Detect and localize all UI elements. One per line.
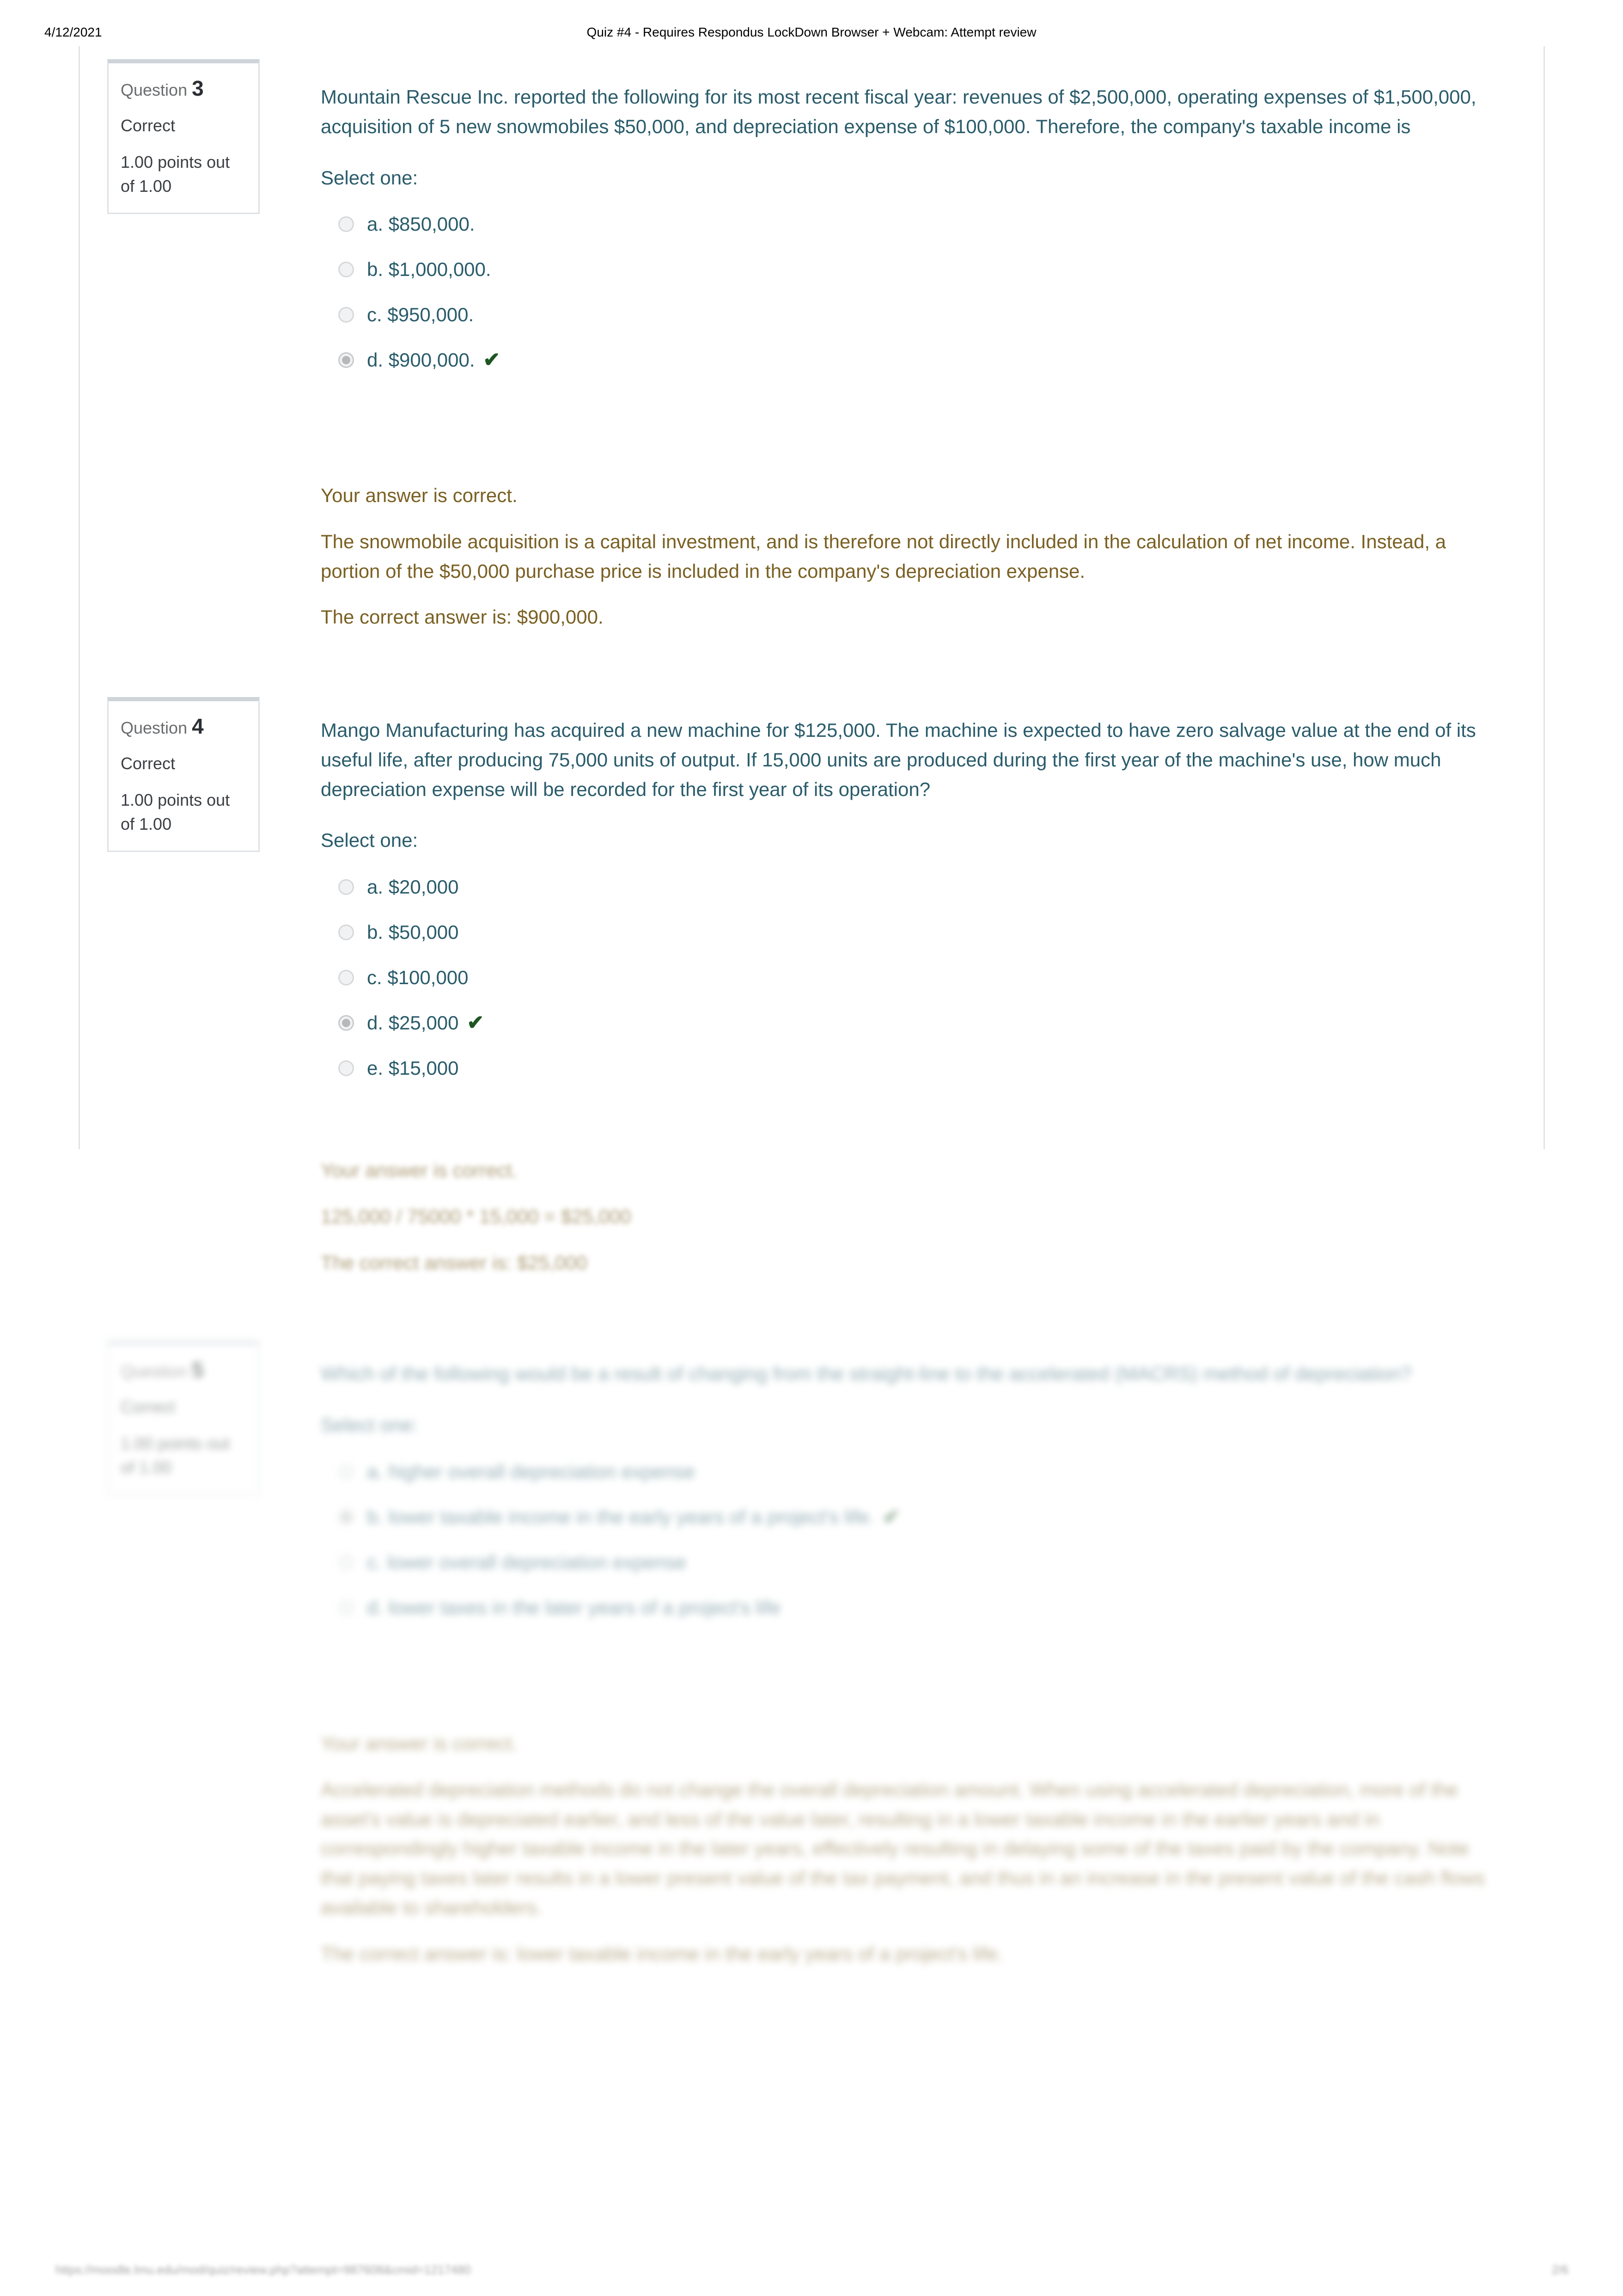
answer-option-5c[interactable]: c. lower overall depreciation expense: [321, 1540, 1495, 1585]
print-footer-page-number: 2/6: [1551, 2263, 1568, 2277]
question-body-5: Which of the following would be a result…: [321, 1359, 1495, 1630]
feedback-explanation-5: Accelerated depreciation methods do not …: [321, 1778, 1485, 1919]
answer-list-4: a. $20,000 b. $50,000 c. $100,000 d. $25…: [321, 864, 1495, 1091]
correct-check-icon-4d: ✔: [467, 1011, 484, 1035]
question-number-4: Question 4: [121, 713, 246, 740]
radio-icon-3d-selected[interactable]: [338, 352, 354, 368]
question-body-3: Mountain Rescue Inc. reported the follow…: [321, 82, 1495, 383]
radio-icon-4d-selected[interactable]: [338, 1015, 354, 1031]
answer-label-3b: b. $1,000,000.: [367, 258, 491, 281]
question-number-value-3: 3: [192, 76, 204, 100]
answer-option-4e[interactable]: e. $15,000: [321, 1046, 1495, 1091]
answer-option-3b[interactable]: b. $1,000,000.: [321, 247, 1495, 292]
answer-option-3c[interactable]: c. $950,000.: [321, 292, 1495, 337]
answer-option-5b[interactable]: b. lower taxable income in the early yea…: [321, 1494, 1495, 1540]
feedback-explanation-3: The snowmobile acquisition is a capital …: [321, 530, 1446, 582]
question-number-value-4: 4: [192, 714, 204, 738]
answer-label-4c: c. $100,000: [367, 967, 469, 989]
question-state-5: Correct: [121, 1397, 176, 1416]
question-number-5: Question 5: [121, 1357, 246, 1384]
answer-label-4b: b. $50,000: [367, 921, 459, 943]
question-feedback-5: Your answer is correct. Accelerated depr…: [321, 1729, 1495, 1969]
question-feedback-4: Your answer is correct. 125,000 / 75000 …: [321, 1156, 1495, 1277]
question-number-value-5: 5: [192, 1358, 204, 1382]
feedback-correctness-4: Your answer is correct.: [321, 1159, 518, 1181]
question-state-4: Correct: [121, 753, 176, 773]
feedback-explanation-4: 125,000 / 75000 * 15,000 = $25,000: [321, 1205, 631, 1227]
question-feedback-3: Your answer is correct. The snowmobile a…: [321, 481, 1495, 632]
feedback-correctness-3: Your answer is correct.: [321, 484, 518, 506]
radio-icon-3b[interactable]: [338, 262, 354, 278]
question-info-panel-4: Question 4 Correct 1.00 points out of 1.0…: [107, 697, 260, 852]
print-footer: https://moodle.lmu.edu/mod/quiz/review.p…: [0, 2241, 1623, 2296]
question-grade-4: 1.00 points out of 1.00: [121, 790, 230, 834]
question-text-4: Mango Manufacturing has acquired a new m…: [321, 719, 1476, 800]
answer-list-3: a. $850,000. b. $1,000,000. c. $950,000.…: [321, 202, 1495, 383]
question-info-panel-5: Question 5 Correct 1.00 points out of 1.0…: [107, 1341, 260, 1495]
answer-label-5a: a. higher overall depreciation expense: [367, 1460, 695, 1482]
answer-label-5c: c. lower overall depreciation expense: [367, 1551, 687, 1573]
feedback-correctness-5: Your answer is correct.: [321, 1733, 518, 1754]
feedback-correct-answer-4: The correct answer is: $25,000: [321, 1251, 587, 1274]
question-grade-5: 1.00 points out of 1.00: [121, 1434, 230, 1477]
question-number-label-5: Question: [121, 1362, 188, 1381]
answer-label-5b: b. lower taxable income in the early yea…: [367, 1506, 875, 1528]
answer-label-5d: d. lower taxes in the later years of a p…: [367, 1596, 781, 1618]
print-footer-url: https://moodle.lmu.edu/mod/quiz/review.p…: [55, 2263, 471, 2277]
question-prompt-5: Select one:: [321, 1414, 418, 1436]
question-text-3: Mountain Rescue Inc. reported the follow…: [321, 86, 1477, 137]
question-info-panel-3: Question 3 Correct 1.00 points out of 1.0…: [107, 59, 260, 214]
question-text-5: Which of the following would be a result…: [321, 1363, 1412, 1384]
radio-icon-5d[interactable]: [338, 1599, 354, 1616]
answer-label-4a: a. $20,000: [367, 876, 459, 898]
radio-icon-5c[interactable]: [338, 1554, 354, 1570]
answer-option-4c[interactable]: c. $100,000: [321, 955, 1495, 1000]
question-number-label-3: Question: [121, 80, 188, 99]
feedback-correct-answer-3: The correct answer is: $900,000.: [321, 606, 604, 628]
question-prompt-3: Select one:: [321, 166, 418, 189]
correct-check-icon-3d: ✔: [483, 349, 500, 372]
radio-icon-4a[interactable]: [338, 879, 354, 895]
answer-label-4e: e. $15,000: [367, 1057, 459, 1079]
question-number-3: Question 3: [121, 75, 246, 102]
answer-label-3a: a. $850,000.: [367, 213, 475, 235]
radio-icon-4e[interactable]: [338, 1060, 354, 1077]
answer-option-5d[interactable]: d. lower taxes in the later years of a p…: [321, 1585, 1495, 1630]
answer-option-3d[interactable]: d. $900,000. ✔: [321, 337, 1495, 383]
question-prompt-4: Select one:: [321, 829, 418, 851]
answer-label-4d: d. $25,000: [367, 1012, 459, 1034]
radio-icon-5a[interactable]: [338, 1463, 354, 1480]
answer-option-4d[interactable]: d. $25,000 ✔: [321, 1000, 1495, 1046]
answer-option-4b[interactable]: b. $50,000: [321, 910, 1495, 955]
question-body-4: Mango Manufacturing has acquired a new m…: [321, 716, 1495, 1091]
answer-label-3c: c. $950,000.: [367, 304, 474, 326]
answer-option-5a[interactable]: a. higher overall depreciation expense: [321, 1449, 1495, 1494]
feedback-correct-answer-5: The correct answer is: lower taxable inc…: [321, 1942, 1003, 1965]
radio-icon-3c[interactable]: [338, 307, 354, 323]
radio-icon-5b-selected[interactable]: [338, 1509, 354, 1525]
question-number-label-4: Question: [121, 718, 188, 737]
question-state-3: Correct: [121, 116, 176, 135]
radio-icon-3a[interactable]: [338, 216, 354, 233]
correct-check-icon-5b: ✔: [883, 1505, 900, 1528]
print-header-title: Quiz #4 - Requires Respondus LockDown Br…: [586, 25, 1037, 39]
answer-label-3d: d. $900,000.: [367, 349, 475, 371]
print-header: 4/12/2021 Quiz #4 - Requires Respondus L…: [0, 25, 1623, 42]
question-grade-3: 1.00 points out of 1.00: [121, 153, 230, 196]
answer-list-5: a. higher overall depreciation expense b…: [321, 1449, 1495, 1630]
answer-option-3a[interactable]: a. $850,000.: [321, 202, 1495, 247]
answer-option-4a[interactable]: a. $20,000: [321, 864, 1495, 910]
radio-icon-4b[interactable]: [338, 925, 354, 941]
radio-icon-4c[interactable]: [338, 970, 354, 986]
